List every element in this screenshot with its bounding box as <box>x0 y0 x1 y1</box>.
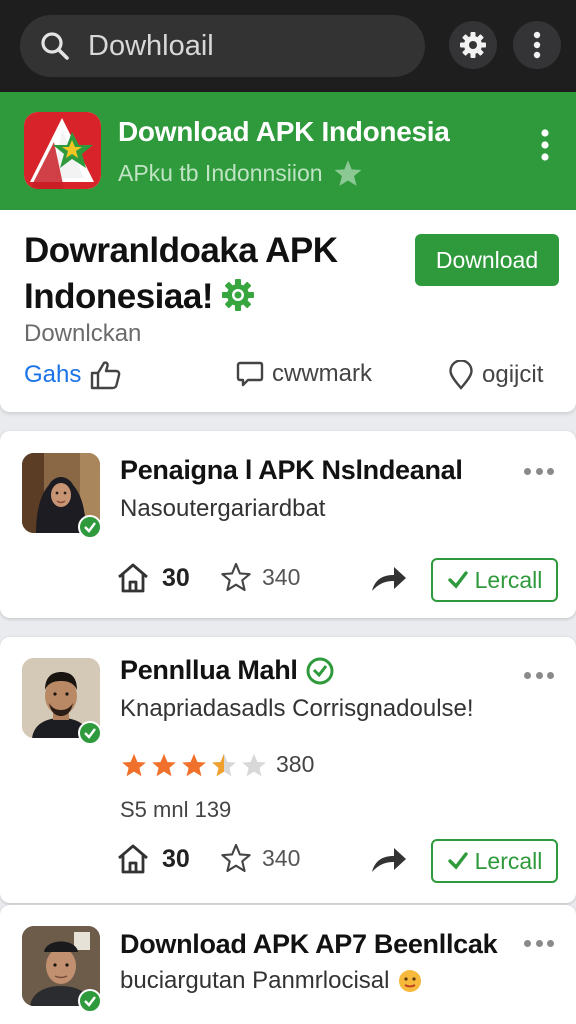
star-empty-icon <box>242 753 266 776</box>
verified-icon <box>306 657 334 684</box>
header-subtitle: APku tb Indonnsiion <box>118 159 363 187</box>
gahs-label: Gahs <box>24 361 82 388</box>
location-pin-icon <box>449 360 473 390</box>
dot <box>524 940 531 947</box>
star-icon <box>152 753 176 776</box>
star-icon <box>221 562 251 592</box>
home-icon <box>118 844 148 874</box>
top-bar: Dowhloail <box>0 0 576 92</box>
post-description: Nasoutergariardbat <box>120 495 326 522</box>
post-meta: S5 mnl 139 <box>120 797 232 822</box>
post-description-text: buciargutan Panmrlocisal <box>120 967 390 994</box>
verified-badge <box>78 721 102 745</box>
post-card[interactable]: Pennllua Mahl Knapriadasadls Corrisgnado… <box>0 637 576 903</box>
bookmark-action[interactable]: cwwmark <box>236 360 372 388</box>
post-card[interactable]: Download APK AP7 Beenllcak buciargutan P… <box>0 905 576 1024</box>
post-more-button[interactable] <box>524 468 554 475</box>
bookmark-label: cwwmark <box>272 360 372 387</box>
home-count: 30 <box>162 563 190 592</box>
search-bar[interactable]: Dowhloail <box>20 15 425 77</box>
post-more-button[interactable] <box>524 940 554 947</box>
star-icon <box>182 753 206 776</box>
header-subtitle-text: APku tb Indonnsiion <box>118 159 323 186</box>
more-vertical-icon <box>533 31 541 59</box>
lercall-button[interactable]: Lercall <box>431 839 558 883</box>
dot <box>547 468 554 475</box>
hero-subtitle: Downlckan <box>24 320 142 347</box>
location-action[interactable]: ogijcit <box>448 360 543 390</box>
check-icon <box>84 522 96 533</box>
rating-count: 380 <box>276 751 315 777</box>
hero-actions: Gahs cwwmark ogijcit <box>24 360 556 394</box>
lercall-label: Lercall <box>474 847 543 874</box>
share-button[interactable] <box>370 845 408 880</box>
check-icon <box>84 728 96 739</box>
post-author-name[interactable]: Download APK AP7 Beenllcak <box>120 929 498 960</box>
share-arrow-icon <box>372 848 406 872</box>
post-author-name[interactable]: Penaigna l APK Nslndeanal <box>120 455 463 486</box>
check-icon <box>447 852 468 870</box>
rating-stars: 380 <box>120 751 314 778</box>
search-query[interactable]: Dowhloail <box>88 30 214 63</box>
dot <box>535 468 543 475</box>
post-author-name: Pennllua Mahl <box>120 655 298 685</box>
app-header: Download APK Indonesia APku tb Indonnsii… <box>0 92 576 210</box>
star-count: 340 <box>262 563 301 590</box>
search-icon <box>41 32 69 60</box>
lercall-label: Lercall <box>474 566 543 593</box>
check-icon <box>84 996 96 1007</box>
post-stats: 30 340 Lercall <box>116 558 560 602</box>
check-icon <box>447 571 468 589</box>
overflow-menu-button[interactable] <box>513 21 561 69</box>
dot <box>524 672 531 679</box>
verified-badge <box>78 515 102 539</box>
dot <box>547 940 554 947</box>
lercall-button[interactable]: Lercall <box>431 558 558 602</box>
star-count: 340 <box>262 844 301 871</box>
comment-icon <box>236 361 264 387</box>
thumbs-up-icon <box>91 361 121 390</box>
post-description: Knapriadasadls Corrisgnadoulse! <box>120 695 474 722</box>
star-icon <box>221 843 251 873</box>
emoji-icon <box>399 970 422 992</box>
share-button[interactable] <box>370 564 408 599</box>
post-more-button[interactable] <box>524 672 554 679</box>
hero-title-text: Dowranldoaka APK Indonesiaa! <box>24 231 338 316</box>
app-logo[interactable] <box>24 112 101 189</box>
gear-icon <box>460 32 486 58</box>
star-stat[interactable]: 340 <box>220 562 300 592</box>
location-label: ogijcit <box>482 361 544 388</box>
home-count: 30 <box>162 844 190 873</box>
post-author[interactable]: Pennllua Mahl <box>120 655 334 686</box>
hero-title: Dowranldoaka APK Indonesiaa! <box>24 228 404 320</box>
home-icon <box>118 563 148 593</box>
header-menu-button[interactable] <box>540 128 550 167</box>
header-title: Download APK Indonesia <box>118 116 450 147</box>
home-stat[interactable]: 30 <box>116 843 190 875</box>
verified-badge <box>78 989 102 1013</box>
verified-gear-icon <box>221 279 254 311</box>
home-stat[interactable]: 30 <box>116 562 190 594</box>
star-half-icon <box>212 753 236 776</box>
share-arrow-icon <box>372 567 406 591</box>
post-card[interactable]: Penaigna l APK Nslndeanal Nasoutergariar… <box>0 431 576 618</box>
dot <box>535 672 543 679</box>
more-vertical-icon <box>541 129 549 161</box>
hero-card: Dowranldoaka APK Indonesiaa! Download Do… <box>0 210 576 412</box>
dot <box>535 940 543 947</box>
post-stats: 30 340 Lercall <box>116 839 560 883</box>
star-icon <box>122 753 146 776</box>
dot <box>547 672 554 679</box>
post-description: buciargutan Panmrlocisal <box>120 967 423 995</box>
download-button[interactable]: Download <box>415 234 559 286</box>
star-icon <box>334 160 361 186</box>
settings-button[interactable] <box>449 21 497 69</box>
star-stat[interactable]: 340 <box>220 843 300 873</box>
dot <box>524 468 531 475</box>
gahs-action[interactable]: Gahs <box>24 360 121 390</box>
